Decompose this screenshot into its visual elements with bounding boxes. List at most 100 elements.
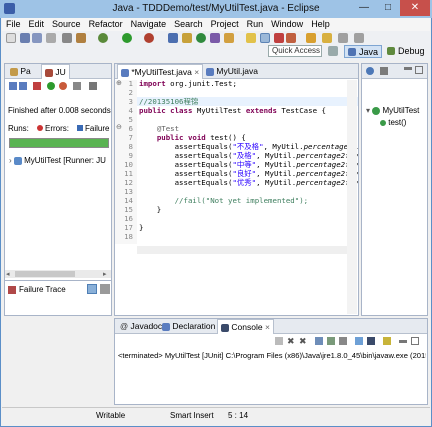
close-tab-icon[interactable]: × (265, 322, 270, 332)
quick-access-field[interactable]: Quick Access (268, 45, 322, 57)
code-text: //fail("Not yet implemented"); (174, 196, 309, 205)
code-editor[interactable]: 1 import org.junit.Test; 2 3//20135106程锦 4 pu… (119, 80, 358, 246)
scroll-lock-icon[interactable] (327, 337, 335, 345)
perspective-debug[interactable]: Debug (384, 45, 428, 58)
annotation-prev-icon[interactable] (286, 33, 296, 43)
tab-javadoc[interactable]: @ Javadoc (117, 319, 165, 334)
debug-icon[interactable] (98, 33, 108, 43)
failure-trace-view: Failure Trace (4, 280, 112, 316)
new-java-project-icon[interactable] (168, 33, 178, 43)
print-icon[interactable] (46, 33, 56, 43)
back-icon[interactable] (306, 33, 316, 43)
close-button[interactable]: ✕ (400, 0, 430, 16)
failure-trace-icon (8, 286, 16, 294)
remove-launch-icon[interactable]: ✖ (287, 336, 295, 347)
clear-console-icon[interactable] (315, 337, 323, 345)
junit-toolbar (7, 81, 111, 93)
display-console-icon[interactable] (367, 337, 375, 345)
java-file-icon (121, 68, 129, 77)
menu-refactor[interactable]: Refactor (85, 18, 127, 31)
view-menu-icon[interactable] (89, 82, 97, 90)
package-icon[interactable] (76, 33, 86, 43)
toggle-breadcrumb-icon[interactable] (260, 33, 270, 43)
maximize-view-icon[interactable] (415, 66, 423, 74)
forward-icon[interactable] (322, 33, 332, 43)
maximize-view-icon[interactable] (411, 337, 419, 345)
expand-arrow-icon[interactable]: ▾ (366, 106, 370, 115)
menu-source[interactable]: Source (48, 18, 85, 31)
menu-search[interactable]: Search (170, 18, 207, 31)
app-icon (4, 3, 15, 14)
errors-label: Errors: (45, 124, 69, 133)
outline-tree-class[interactable]: ▾ MyUtilTest (366, 106, 419, 115)
javadoc-icon: @ (120, 322, 129, 331)
tab-junit[interactable]: JU (41, 64, 70, 79)
filter-trace-icon[interactable] (87, 284, 97, 294)
class-icon (372, 106, 381, 115)
scroll-thumb[interactable] (15, 271, 75, 277)
open-type-icon[interactable] (210, 33, 220, 43)
junit-tree: › MyUtilTest [Runner: JU (5, 156, 111, 266)
tab-console[interactable]: Console × (217, 319, 274, 334)
new-icon[interactable] (6, 33, 16, 43)
menu-edit[interactable]: Edit (25, 18, 49, 31)
run-icon[interactable] (122, 33, 132, 43)
new-package-icon[interactable] (182, 33, 192, 43)
junit-view: Pa JU Finished after 0.008 seconds Runs:… (4, 63, 112, 299)
open-console-icon[interactable] (383, 337, 391, 345)
close-tab-icon[interactable]: × (194, 67, 199, 77)
pin-console-icon[interactable] (355, 337, 363, 345)
terminate-icon[interactable] (275, 337, 283, 345)
compare-result-icon[interactable] (100, 284, 110, 294)
status-cursor-position: 5 : 14 (228, 411, 249, 420)
outline-view: ▾ MyUtilTest test() (361, 63, 428, 316)
perspective-java[interactable]: Java (344, 45, 382, 58)
prev-failure-icon[interactable] (19, 82, 27, 90)
maximize-button[interactable]: □ (376, 0, 400, 16)
tool-icon[interactable] (62, 33, 72, 43)
outline-icon[interactable] (366, 67, 374, 75)
junit-scrollbar[interactable]: ◂ ▸ (5, 270, 111, 278)
external-tools-icon[interactable] (144, 33, 154, 43)
menu-file[interactable]: File (2, 18, 25, 31)
menu-project[interactable]: Project (207, 18, 243, 31)
minimize-view-icon[interactable] (399, 340, 407, 343)
expand-arrow-icon[interactable]: › (9, 156, 12, 165)
rerun-icon[interactable] (47, 82, 55, 90)
failure-trace-title: Failure Trace (19, 285, 66, 294)
tab-package-explorer[interactable]: Pa (7, 64, 34, 79)
tab-declaration[interactable]: Declaration (159, 319, 218, 334)
line-number: 18 (124, 232, 133, 241)
word-wrap-icon[interactable] (339, 337, 347, 345)
tab-myutil[interactable]: MyUtil.java (203, 64, 261, 79)
save-all-icon[interactable] (32, 33, 42, 43)
tab-package-explorer-label: Pa (20, 66, 31, 76)
pin-icon[interactable] (354, 33, 364, 43)
outline-tree-method[interactable]: test() (380, 118, 406, 127)
minimize-view-icon[interactable] (404, 67, 412, 70)
scroll-right-icon[interactable]: ▸ (103, 270, 107, 278)
save-icon[interactable] (20, 33, 30, 43)
editor-scrollbar[interactable] (137, 246, 347, 254)
junit-tab-header: Pa JU (5, 64, 111, 79)
search-icon[interactable] (224, 33, 234, 43)
next-failure-icon[interactable] (9, 82, 17, 90)
menu-run[interactable]: Run (243, 18, 268, 31)
tab-myutiltest[interactable]: *MyUtilTest.java × (117, 64, 204, 79)
new-class-icon[interactable] (196, 33, 206, 43)
open-perspective-icon[interactable] (328, 46, 338, 56)
rerun-failed-icon[interactable] (59, 82, 67, 90)
remove-all-icon[interactable]: ✖ (299, 336, 307, 347)
annotation-next-icon[interactable] (274, 33, 284, 43)
show-failures-only-icon[interactable] (33, 82, 41, 90)
menu-navigate[interactable]: Navigate (127, 18, 171, 31)
toggle-mark-icon[interactable] (246, 33, 256, 43)
menu-help[interactable]: Help (307, 18, 334, 31)
menu-window[interactable]: Window (267, 18, 307, 31)
scroll-left-icon[interactable]: ◂ (6, 270, 10, 278)
junit-tree-item[interactable]: › MyUtilTest [Runner: JU (9, 156, 106, 165)
minimize-button[interactable]: — (352, 0, 376, 16)
history-icon[interactable] (73, 82, 81, 90)
last-edit-icon[interactable] (338, 33, 348, 43)
task-list-icon[interactable] (380, 67, 388, 75)
